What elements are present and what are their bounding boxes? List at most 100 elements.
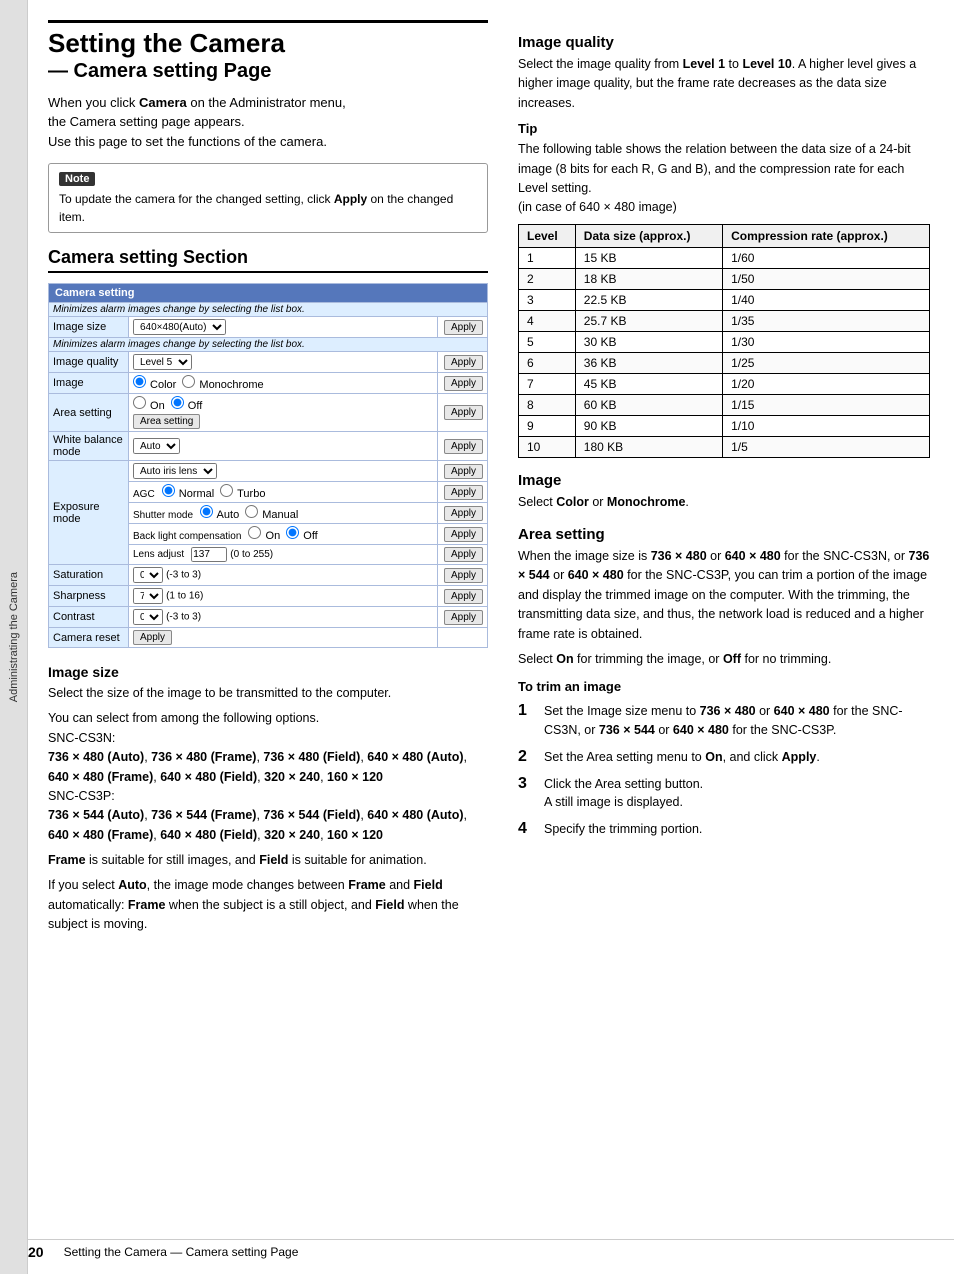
shutter-cell: Shutter mode Auto Manual <box>129 503 438 524</box>
saturation-apply-button[interactable]: Apply <box>444 568 483 583</box>
intro-text: When you click Camera on the Administrat… <box>48 93 488 152</box>
saturation-range: (-3 to 3) <box>166 570 201 581</box>
image-quality-section-title: Image quality <box>518 34 930 51</box>
table-row: 636 KB1/25 <box>519 352 930 373</box>
image-mono-radio[interactable] <box>182 375 195 388</box>
step-3: 3 Click the Area setting button.A still … <box>518 775 930 813</box>
image-size-body4: If you select Auto, the image mode chang… <box>48 876 488 934</box>
area-apply-button[interactable]: Apply <box>444 405 483 420</box>
white-balance-cell: Auto <box>129 432 438 461</box>
image-quality-apply-button[interactable]: Apply <box>444 355 483 370</box>
backlight-on-radio[interactable] <box>248 526 261 539</box>
agc-normal-radio[interactable] <box>162 484 175 497</box>
image-section: Image Select Color or Monochrome. <box>518 472 930 512</box>
white-balance-apply-button[interactable]: Apply <box>444 439 483 454</box>
side-tab: Administrating the Camera <box>0 0 28 1274</box>
backlight-label: Back light compensation <box>133 531 241 542</box>
backlight-apply-button[interactable]: Apply <box>444 527 483 542</box>
table-row: 860 KB1/15 <box>519 394 930 415</box>
backlight-off-radio[interactable] <box>286 526 299 539</box>
contrast-apply-button[interactable]: Apply <box>444 610 483 625</box>
white-balance-apply-cell: Apply <box>438 432 488 461</box>
sharpness-apply-button[interactable]: Apply <box>444 589 483 604</box>
step-1-num: 1 <box>518 702 536 720</box>
lens-adjust-input[interactable] <box>191 547 227 562</box>
image-size-info: Minimizes alarm images change by selecti… <box>49 303 488 317</box>
image-radio-group: Color Monochrome <box>133 375 264 391</box>
exposure-lens-select[interactable]: Auto iris lens <box>133 463 217 479</box>
backlight-cell: Back light compensation On Off <box>129 524 438 545</box>
image-size-section: Image size Select the size of the image … <box>48 664 488 935</box>
camera-reset-apply-button[interactable]: Apply <box>133 630 172 645</box>
area-setting-radio-group: On Off <box>133 396 202 412</box>
shutter-auto-option[interactable]: Auto <box>200 505 239 521</box>
shutter-manual-option[interactable]: Manual <box>245 505 298 521</box>
agc-turbo-option[interactable]: Turbo <box>220 484 265 500</box>
image-quality-select-cell: Level 5 <box>129 352 438 373</box>
agc-turbo-radio[interactable] <box>220 484 233 497</box>
image-color-option[interactable]: Color <box>133 375 176 391</box>
area-off-radio[interactable] <box>171 396 184 409</box>
image-size-select[interactable]: 640×480(Auto) <box>133 319 226 335</box>
contrast-select[interactable]: 0 <box>133 609 163 625</box>
area-on-radio[interactable] <box>133 396 146 409</box>
table-row: 218 KB1/50 <box>519 268 930 289</box>
image-size-apply-button[interactable]: Apply <box>444 320 483 335</box>
shutter-apply-button[interactable]: Apply <box>444 506 483 521</box>
image-apply-button[interactable]: Apply <box>444 376 483 391</box>
exposure-lens-cell: Auto iris lens <box>129 461 438 482</box>
shutter-manual-radio[interactable] <box>245 505 258 518</box>
area-setting-button[interactable]: Area setting <box>133 414 200 429</box>
exposure-mode-label: Exposure mode <box>49 461 129 565</box>
table-header: Camera setting <box>49 284 488 303</box>
area-setting-label: Area setting <box>49 394 129 432</box>
exposure-lens-apply-cell: Apply <box>438 461 488 482</box>
table-row: 530 KB1/30 <box>519 331 930 352</box>
white-balance-label: White balance mode <box>49 432 129 461</box>
sharpness-select[interactable]: 7 <box>133 588 163 604</box>
col-datasize: Data size (approx.) <box>575 224 722 247</box>
contrast-cell: 0 (-3 to 3) <box>129 607 438 628</box>
area-setting-body1: When the image size is 736 × 480 or 640 … <box>518 547 930 644</box>
image-label: Image <box>49 373 129 394</box>
image-quality-body: Select the image quality from Level 1 to… <box>518 55 930 113</box>
step-3-text: Click the Area setting button.A still im… <box>544 775 703 813</box>
image-quality-apply-cell: Apply <box>438 352 488 373</box>
contrast-apply-cell: Apply <box>438 607 488 628</box>
backlight-on-option[interactable]: On <box>248 526 280 542</box>
area-apply-cell: Apply <box>438 394 488 432</box>
page-subtitle: — Camera setting Page <box>48 60 488 83</box>
area-setting-section: Area setting When the image size is 736 … <box>518 526 930 839</box>
image-apply-cell: Apply <box>438 373 488 394</box>
tip-body: The following table shows the relation b… <box>518 140 930 218</box>
col-level: Level <box>519 224 576 247</box>
agc-apply-button[interactable]: Apply <box>444 485 483 500</box>
step-1: 1 Set the Image size menu to 736 × 480 o… <box>518 702 930 740</box>
image-color-radio[interactable] <box>133 375 146 388</box>
backlight-off-option[interactable]: Off <box>286 526 318 542</box>
sharpness-cell: 7 (1 to 16) <box>129 586 438 607</box>
contrast-range: (-3 to 3) <box>166 612 201 623</box>
image-size-select-cell: 640×480(Auto) <box>129 317 438 338</box>
table-row: 425.7 KB1/35 <box>519 310 930 331</box>
sharpness-apply-cell: Apply <box>438 586 488 607</box>
agc-normal-option[interactable]: Normal <box>162 484 215 500</box>
shutter-auto-radio[interactable] <box>200 505 213 518</box>
step-3-num: 3 <box>518 775 536 793</box>
area-setting-cell: On Off Area setting <box>129 394 438 432</box>
camera-reset-cell: Apply <box>129 628 438 648</box>
step-2-text: Set the Area setting menu to On, and cli… <box>544 748 820 767</box>
white-balance-select[interactable]: Auto <box>133 438 180 454</box>
step-1-text: Set the Image size menu to 736 × 480 or … <box>544 702 930 740</box>
area-on-option[interactable]: On <box>133 396 165 412</box>
image-quality-select[interactable]: Level 5 <box>133 354 192 370</box>
area-off-option[interactable]: Off <box>171 396 203 412</box>
image-quality-info: Minimizes alarm images change by selecti… <box>49 338 488 352</box>
agc-cell: AGC Normal Turbo <box>129 482 438 503</box>
saturation-select[interactable]: 0 <box>133 567 163 583</box>
image-mono-option[interactable]: Monochrome <box>182 375 263 391</box>
agc-label: AGC <box>133 489 155 500</box>
exposure-lens-apply-button[interactable]: Apply <box>444 464 483 479</box>
lens-adjust-apply-button[interactable]: Apply <box>444 547 483 562</box>
table-row: 990 KB1/10 <box>519 415 930 436</box>
